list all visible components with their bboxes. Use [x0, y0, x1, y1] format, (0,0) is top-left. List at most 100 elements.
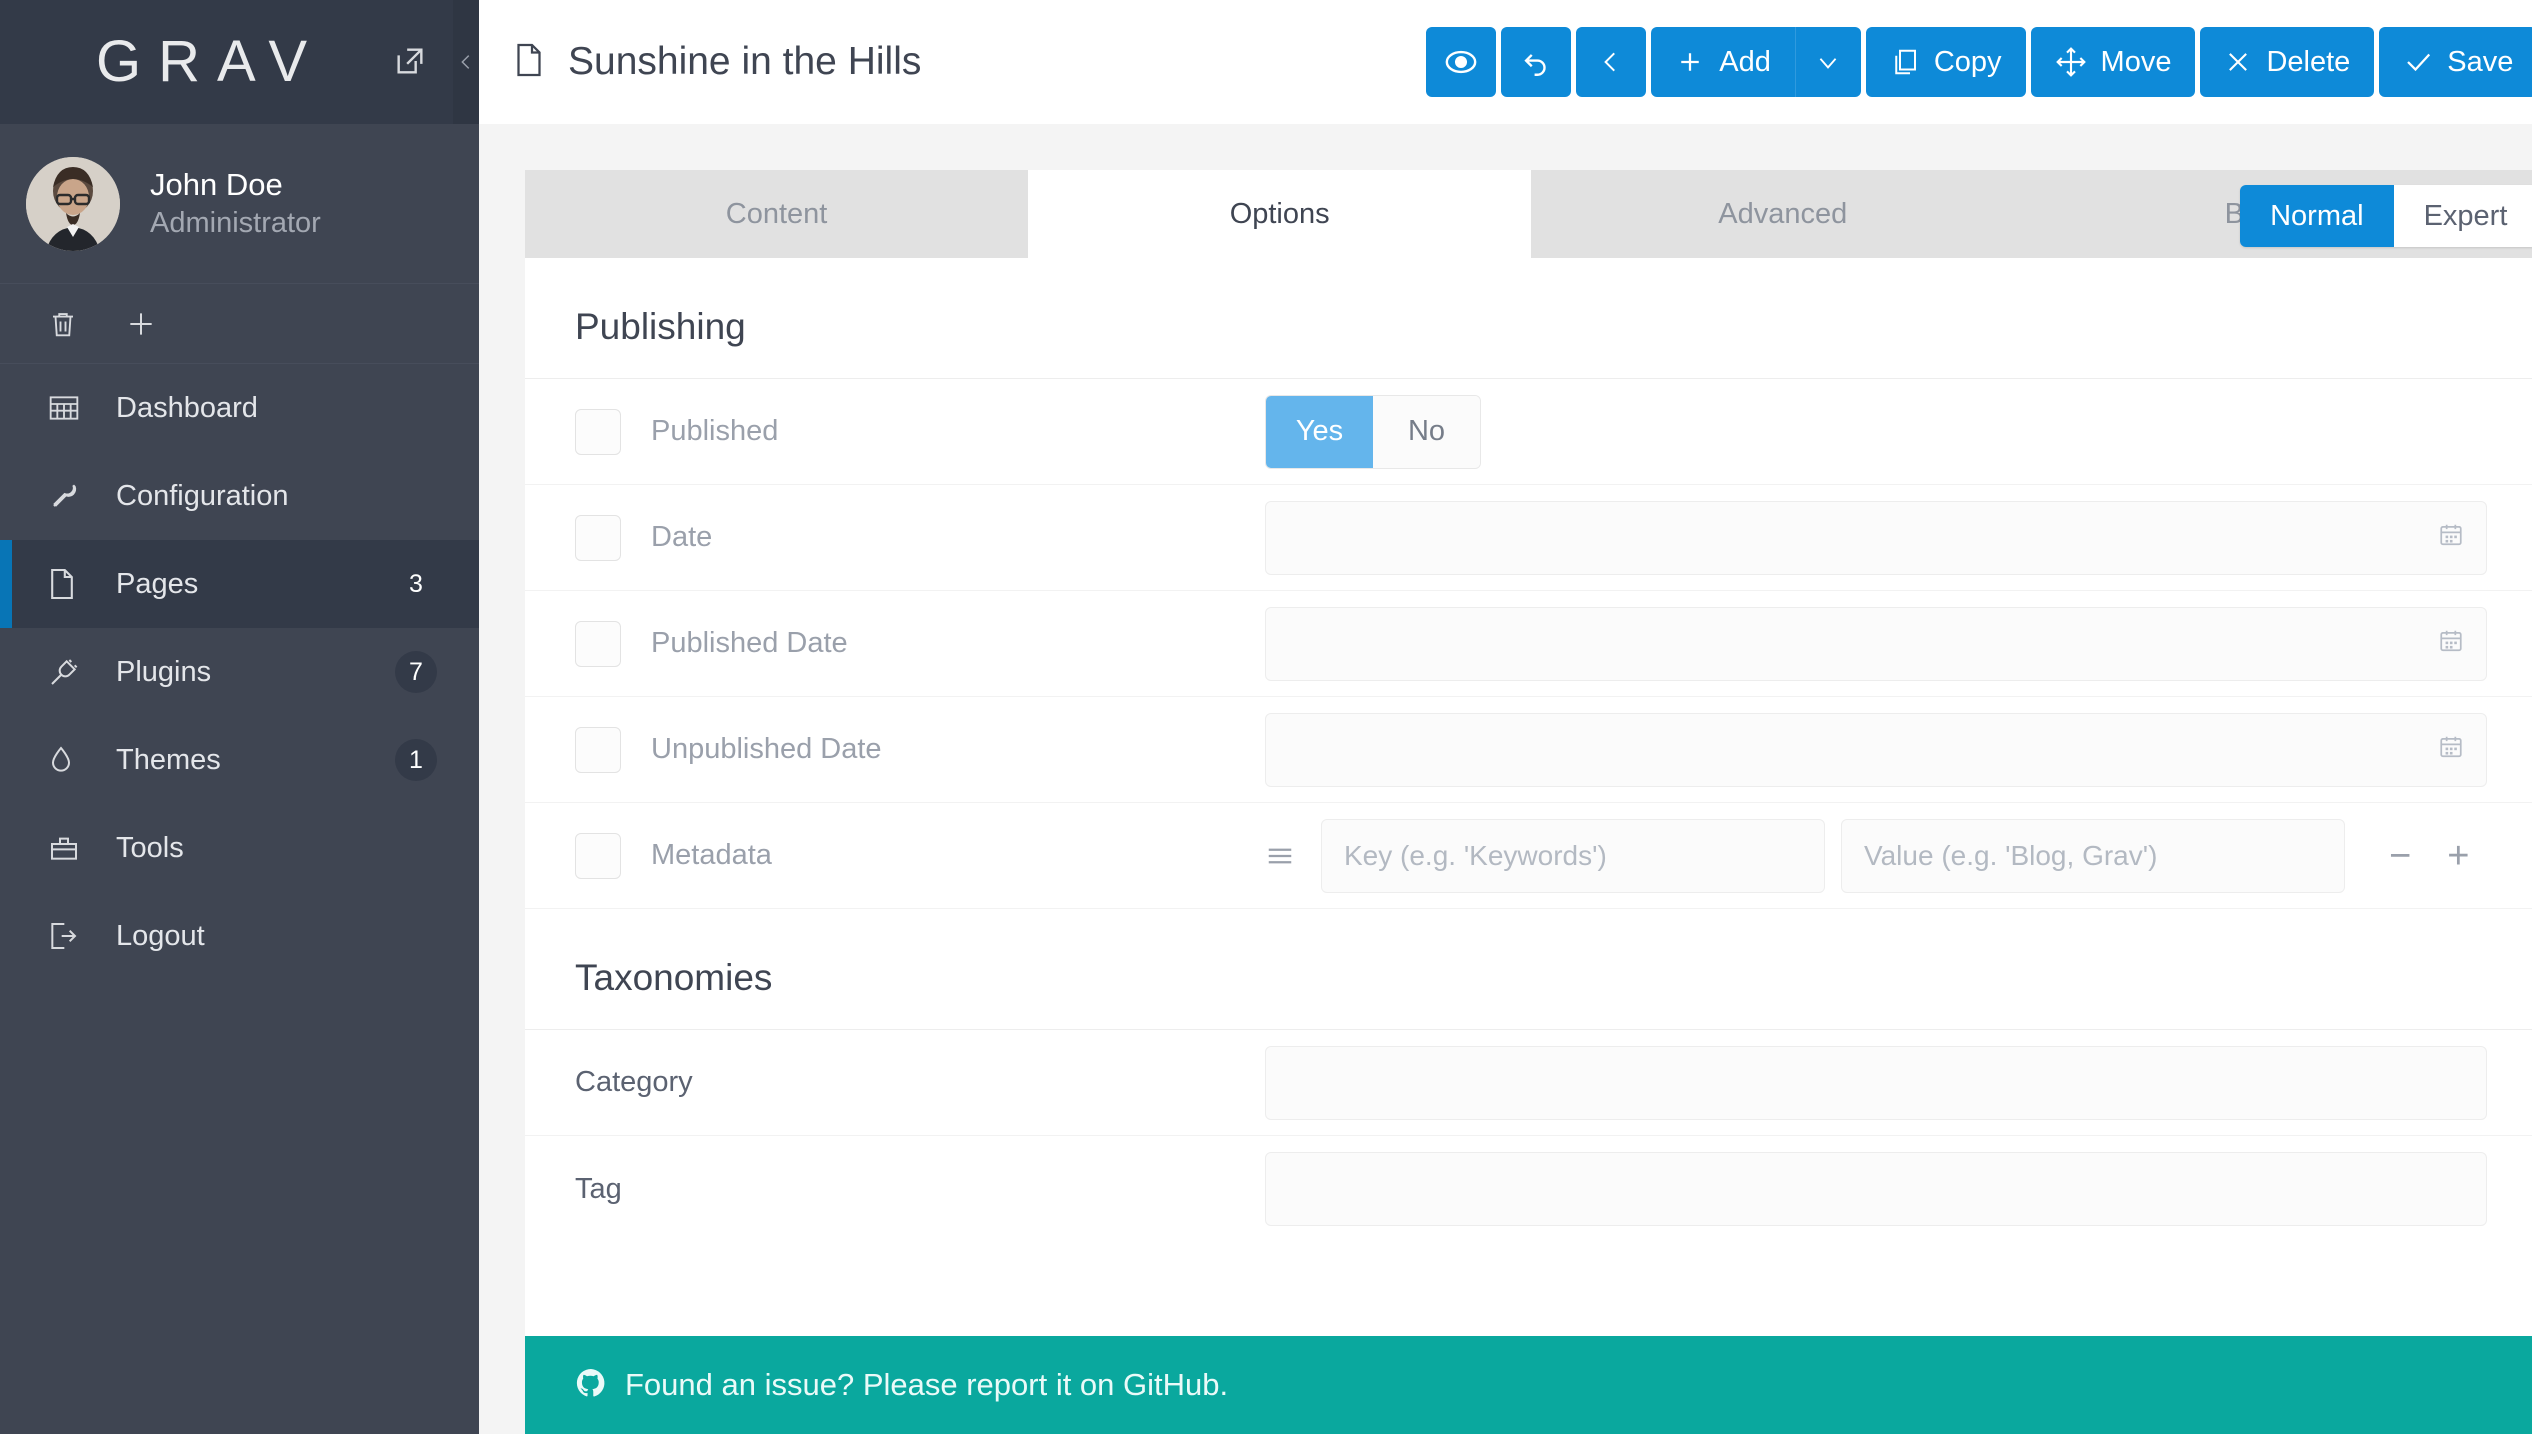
preview-button[interactable]	[1426, 27, 1496, 97]
undo-button[interactable]	[1501, 27, 1571, 97]
metadata-checkbox[interactable]	[575, 833, 621, 879]
content-wrapper: Content Options Advanced Blog Item Norma…	[479, 124, 2532, 1336]
delete-button[interactable]: Delete	[2200, 27, 2374, 97]
sidebar-item-label: Logout	[116, 920, 205, 953]
sidebar-item-label: Dashboard	[116, 392, 258, 425]
grav-admin-app: GRAV	[0, 0, 2532, 1434]
field-row-date: Date	[525, 485, 2532, 591]
status-badge: 7	[395, 651, 437, 693]
sidebar-item-dashboard[interactable]: Dashboard	[0, 364, 479, 452]
date-input[interactable]	[1265, 501, 2487, 575]
breadcrumb: Sunshine in the Hills	[514, 40, 921, 84]
file-icon	[48, 567, 88, 601]
mode-normal-button[interactable]: Normal	[2240, 185, 2393, 247]
add-button[interactable]: Add	[1651, 27, 1795, 97]
add-button-label: Add	[1719, 46, 1771, 79]
chevron-down-icon[interactable]	[1795, 27, 1861, 97]
metadata-value-input[interactable]: Value (e.g. 'Blog, Grav')	[1841, 819, 2345, 893]
sidebar-item-tools[interactable]: Tools	[0, 804, 479, 892]
published-date-input[interactable]	[1265, 607, 2487, 681]
user-profile[interactable]: John Doe Administrator	[0, 124, 479, 284]
back-button[interactable]	[1576, 27, 1646, 97]
mode-expert-button[interactable]: Expert	[2394, 185, 2532, 247]
github-icon	[575, 1367, 607, 1404]
copy-button[interactable]: Copy	[1866, 27, 2026, 97]
unpublished-date-checkbox[interactable]	[575, 727, 621, 773]
metadata-value-placeholder: Value (e.g. 'Blog, Grav')	[1864, 840, 2157, 872]
options-panel: Publishing Published Yes No	[525, 258, 2532, 1336]
sidebar-item-logout[interactable]: Logout	[0, 892, 479, 980]
tab-bar: Content Options Advanced Blog Item Norma…	[525, 170, 2532, 258]
sidebar-item-label: Themes	[116, 744, 221, 777]
tab-content[interactable]: Content	[525, 170, 1028, 258]
quick-actions	[0, 284, 479, 364]
github-issue-text: Found an issue? Please report it on GitH…	[625, 1367, 1228, 1403]
wrench-icon	[48, 480, 88, 512]
external-link-icon[interactable]	[393, 44, 427, 78]
date-checkbox[interactable]	[575, 515, 621, 561]
taxonomies-heading: Taxonomies	[525, 909, 2532, 1030]
sidebar-item-configuration[interactable]: Configuration	[0, 452, 479, 540]
top-bar: Sunshine in the Hills	[479, 0, 2532, 124]
calendar-icon[interactable]	[2438, 733, 2464, 766]
plus-icon[interactable]	[125, 308, 157, 340]
main-area: Sunshine in the Hills	[479, 0, 2532, 1434]
metadata-label: Metadata	[651, 839, 772, 872]
page-toolbar: Add Copy	[1426, 27, 2532, 97]
sidebar-item-pages[interactable]: Pages 3	[0, 540, 479, 628]
sidebar: GRAV	[0, 0, 479, 1434]
tag-input[interactable]	[1265, 1152, 2487, 1226]
sidebar-item-label: Pages	[116, 568, 198, 601]
tab-options[interactable]: Options	[1028, 170, 1531, 258]
unpublished-date-label: Unpublished Date	[651, 733, 882, 766]
publishing-heading: Publishing	[525, 258, 2532, 379]
logout-icon	[48, 920, 88, 952]
tag-label: Tag	[575, 1173, 622, 1206]
calendar-icon[interactable]	[2438, 521, 2464, 554]
metadata-key-input[interactable]: Key (e.g. 'Keywords')	[1321, 819, 1825, 893]
droplet-icon	[48, 744, 88, 776]
field-row-category: Category	[525, 1030, 2532, 1136]
sidebar-collapse-button[interactable]	[453, 0, 479, 124]
save-button-label: Save	[2447, 46, 2513, 79]
sidebar-nav: Dashboard Configuration Pages	[0, 364, 479, 980]
sidebar-item-plugins[interactable]: Plugins 7	[0, 628, 479, 716]
github-issue-bar[interactable]: Found an issue? Please report it on GitH…	[525, 1336, 2532, 1434]
sidebar-item-label: Configuration	[116, 480, 289, 513]
mode-toggle: Normal Expert	[2240, 185, 2532, 247]
move-button-label: Move	[2101, 46, 2172, 79]
published-date-checkbox[interactable]	[575, 621, 621, 667]
delete-button-label: Delete	[2266, 46, 2350, 79]
sidebar-item-label: Plugins	[116, 656, 211, 689]
grav-logo: GRAV	[96, 33, 324, 91]
date-label: Date	[651, 521, 712, 554]
sidebar-item-themes[interactable]: Themes 1	[0, 716, 479, 804]
file-icon	[514, 41, 544, 84]
metadata-remove-button[interactable]: −	[2371, 837, 2429, 875]
metadata-key-placeholder: Key (e.g. 'Keywords')	[1344, 840, 1607, 872]
move-button[interactable]: Move	[2031, 27, 2196, 97]
plug-icon	[48, 656, 88, 688]
category-input[interactable]	[1265, 1046, 2487, 1120]
published-yes-button[interactable]: Yes	[1266, 396, 1373, 468]
toolbox-icon	[48, 833, 88, 863]
published-no-button[interactable]: No	[1373, 396, 1480, 468]
field-row-published: Published Yes No	[525, 379, 2532, 485]
calendar-icon[interactable]	[2438, 627, 2464, 660]
copy-button-label: Copy	[1934, 46, 2002, 79]
tab-advanced[interactable]: Advanced	[1531, 170, 2034, 258]
published-checkbox[interactable]	[575, 409, 621, 455]
field-row-published-date: Published Date	[525, 591, 2532, 697]
unpublished-date-input[interactable]	[1265, 713, 2487, 787]
sidebar-item-label: Tools	[116, 832, 184, 865]
category-label: Category	[575, 1066, 693, 1099]
profile-role: Administrator	[150, 205, 321, 243]
drag-handle-icon[interactable]	[1265, 844, 1295, 868]
status-badge: 1	[395, 739, 437, 781]
trash-icon[interactable]	[48, 307, 78, 341]
metadata-add-button[interactable]: +	[2429, 837, 2487, 875]
avatar	[26, 157, 120, 251]
field-row-tag: Tag	[525, 1136, 2532, 1242]
save-button[interactable]: Save	[2379, 27, 2532, 97]
published-label: Published	[651, 415, 778, 448]
